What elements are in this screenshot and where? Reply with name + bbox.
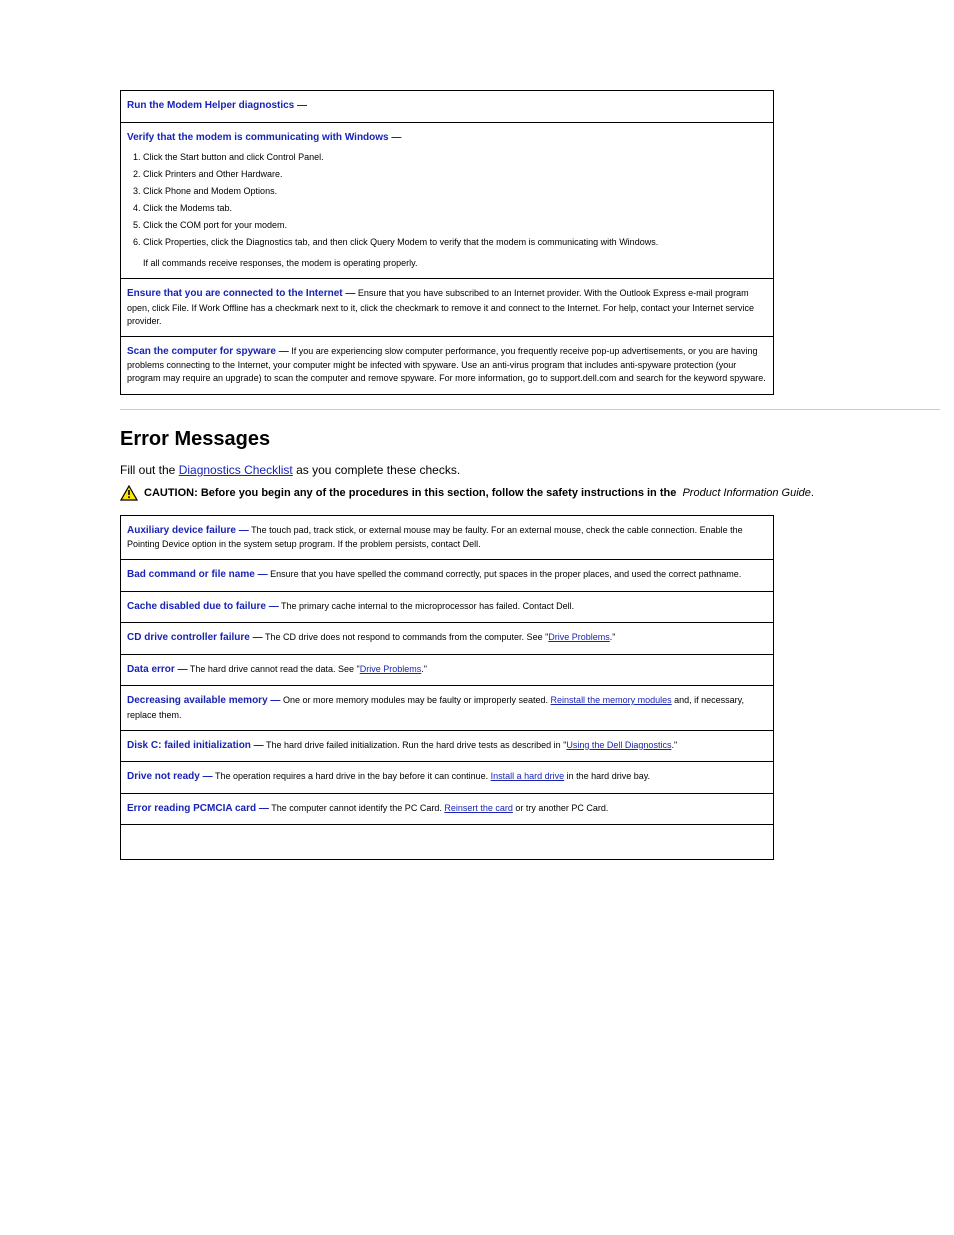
lead-suffix: as you complete these checks. (296, 463, 460, 477)
err-cd-drive: CD drive controller failure — The CD dri… (121, 622, 773, 654)
err-body-tail: ." (421, 664, 427, 674)
err-pcmcia: Error reading PCMCIA card — The computer… (121, 793, 773, 825)
err-heading: Disk C: failed initialization — (127, 740, 264, 751)
step-item: Click the Modems tab. (143, 202, 767, 215)
modem-helper-heading: Run the Modem Helper diagnostics — (127, 100, 307, 111)
err-body: The operation requires a hard drive in t… (215, 771, 491, 781)
step-item: Click Phone and Modem Options. (143, 185, 767, 198)
err-body: The CD drive does not respond to command… (265, 632, 548, 642)
caution-tail: . (811, 487, 814, 499)
step-result: If all commands receive responses, the m… (143, 257, 767, 270)
err-body-tail: or try another PC Card. (513, 803, 609, 813)
step-item: Click the Start button and click Control… (143, 151, 767, 164)
spyware-heading: Scan the computer for spyware — (127, 346, 289, 357)
err-heading: CD drive controller failure — (127, 632, 263, 643)
section-title: Error Messages (120, 428, 834, 451)
install-hard-drive-link[interactable]: Install a hard drive (491, 771, 565, 781)
err-data-error: Data error — The hard drive cannot read … (121, 654, 773, 686)
err-body: The hard drive cannot read the data. See… (190, 664, 360, 674)
lead-prefix: Fill out the (120, 463, 175, 477)
err-heading: Auxiliary device failure — (127, 525, 249, 536)
err-body-tail: ." (610, 632, 616, 642)
caution-guide: Product Information Guide (682, 487, 810, 499)
section-lead: Fill out the Diagnostics Checklist as yo… (120, 463, 834, 477)
caution-text: CAUTION: Before you begin any of the pro… (144, 485, 814, 499)
err-heading: Drive not ready — (127, 771, 213, 782)
err-bad-command: Bad command or file name — Ensure that y… (121, 559, 773, 591)
modem-box: Run the Modem Helper diagnostics — Verif… (120, 90, 774, 395)
verify-modem-steps: Click the Start button and click Control… (143, 151, 767, 249)
reinstall-memory-link[interactable]: Reinstall the memory modules (551, 695, 672, 705)
modem-helper-row: Run the Modem Helper diagnostics — (121, 91, 773, 122)
err-body: Ensure that you have spelled the command… (270, 569, 741, 579)
err-row-continued (121, 824, 773, 859)
divider (120, 409, 940, 410)
step-item: Click Properties, click the Diagnostics … (143, 236, 767, 249)
page: Run the Modem Helper diagnostics — Verif… (0, 0, 954, 900)
err-body: One or more memory modules may be faulty… (283, 695, 551, 705)
err-aux-device: Auxiliary device failure — The touch pad… (121, 516, 773, 560)
caution-strong: CAUTION: Before you begin any of the pro… (144, 487, 676, 499)
err-body: The primary cache internal to the microp… (281, 601, 574, 611)
caution-icon (120, 485, 138, 501)
err-body: The hard drive failed initialization. Ru… (266, 740, 566, 750)
internet-connected-row: Ensure that you are connected to the Int… (121, 278, 773, 336)
verify-modem-row: Verify that the modem is communicating w… (121, 122, 773, 279)
err-heading: Decreasing available memory — (127, 695, 280, 706)
reinsert-card-link[interactable]: Reinsert the card (444, 803, 513, 813)
drive-problems-link[interactable]: Drive Problems (360, 664, 422, 674)
dell-diagnostics-link[interactable]: Using the Dell Diagnostics (566, 740, 671, 750)
caution-row: CAUTION: Before you begin any of the pro… (120, 485, 834, 501)
err-body-tail: in the hard drive bay. (564, 771, 650, 781)
err-body: The computer cannot identify the PC Card… (271, 803, 444, 813)
err-heading: Bad command or file name — (127, 569, 268, 580)
err-body-tail: ." (671, 740, 677, 750)
err-heading: Cache disabled due to failure — (127, 601, 279, 612)
step-item: Click Printers and Other Hardware. (143, 168, 767, 181)
verify-modem-heading: Verify that the modem is communicating w… (127, 132, 401, 143)
drive-problems-link[interactable]: Drive Problems (548, 632, 610, 642)
err-heading: Data error — (127, 664, 188, 675)
err-drive-not-ready: Drive not ready — The operation requires… (121, 761, 773, 793)
spyware-row: Scan the computer for spyware — If you a… (121, 336, 773, 394)
err-heading: Error reading PCMCIA card — (127, 803, 269, 814)
error-messages-table: Auxiliary device failure — The touch pad… (120, 515, 774, 861)
diagnostics-checklist-link[interactable]: Diagnostics Checklist (179, 463, 293, 477)
err-decreasing-memory: Decreasing available memory — One or mor… (121, 685, 773, 730)
internet-connected-heading: Ensure that you are connected to the Int… (127, 288, 355, 299)
step-item: Click the COM port for your modem. (143, 219, 767, 232)
err-cache-disabled: Cache disabled due to failure — The prim… (121, 591, 773, 623)
err-disk-c-failed: Disk C: failed initialization — The hard… (121, 730, 773, 762)
